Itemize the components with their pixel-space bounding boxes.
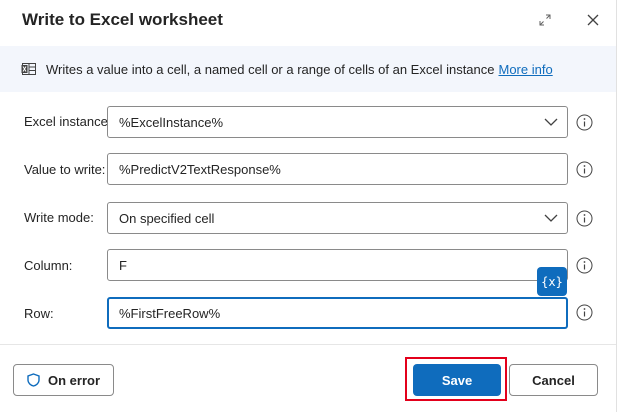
- footer-divider: [0, 344, 616, 345]
- excel-worksheet-icon: [21, 63, 36, 75]
- column-input[interactable]: F: [107, 249, 568, 281]
- cancel-button[interactable]: Cancel: [509, 364, 598, 396]
- excel-instance-value: %ExcelInstance%: [119, 114, 224, 130]
- excel-instance-label: Excel instance:: [24, 114, 112, 129]
- expand-button[interactable]: [533, 8, 557, 32]
- info-icon[interactable]: [576, 257, 593, 274]
- on-error-button[interactable]: On error: [13, 364, 114, 396]
- chevron-down-icon: [544, 118, 558, 126]
- save-button[interactable]: Save: [413, 364, 501, 396]
- column-value: F: [119, 257, 127, 273]
- dialog-title: Write to Excel worksheet: [22, 10, 223, 29]
- write-to-excel-dialog: Write to Excel worksheet Writes a value …: [0, 0, 617, 412]
- info-icon[interactable]: [576, 114, 593, 131]
- write-mode-dropdown[interactable]: On specified cell: [107, 202, 568, 234]
- info-description: Writes a value into a cell, a named cell…: [46, 61, 495, 77]
- row-value: %FirstFreeRow%: [119, 305, 221, 321]
- excel-instance-dropdown[interactable]: %ExcelInstance%: [107, 106, 568, 138]
- write-mode-label: Write mode:: [24, 210, 94, 225]
- on-error-label: On error: [47, 372, 100, 388]
- chevron-down-icon: [544, 214, 558, 222]
- expand-diagonal-icon: [539, 14, 551, 26]
- info-icon[interactable]: [576, 210, 593, 227]
- info-bar: Writes a value into a cell, a named cell…: [0, 46, 616, 92]
- value-to-write-label: Value to write:: [24, 162, 106, 177]
- info-icon[interactable]: [576, 161, 593, 178]
- shield-icon: [27, 373, 40, 387]
- row-input[interactable]: %FirstFreeRow%: [107, 297, 568, 329]
- value-to-write-value: %PredictV2TextResponse%: [119, 161, 281, 177]
- column-label: Column:: [24, 258, 73, 273]
- info-icon[interactable]: [576, 304, 593, 321]
- value-to-write-input[interactable]: %PredictV2TextResponse%: [107, 153, 568, 185]
- write-mode-value: On specified cell: [119, 210, 215, 226]
- row-label: Row:: [24, 306, 54, 321]
- close-button[interactable]: [581, 8, 605, 32]
- more-info-link[interactable]: More info: [499, 62, 553, 77]
- insert-variable-button[interactable]: {x}: [537, 267, 567, 296]
- close-icon: [587, 14, 599, 26]
